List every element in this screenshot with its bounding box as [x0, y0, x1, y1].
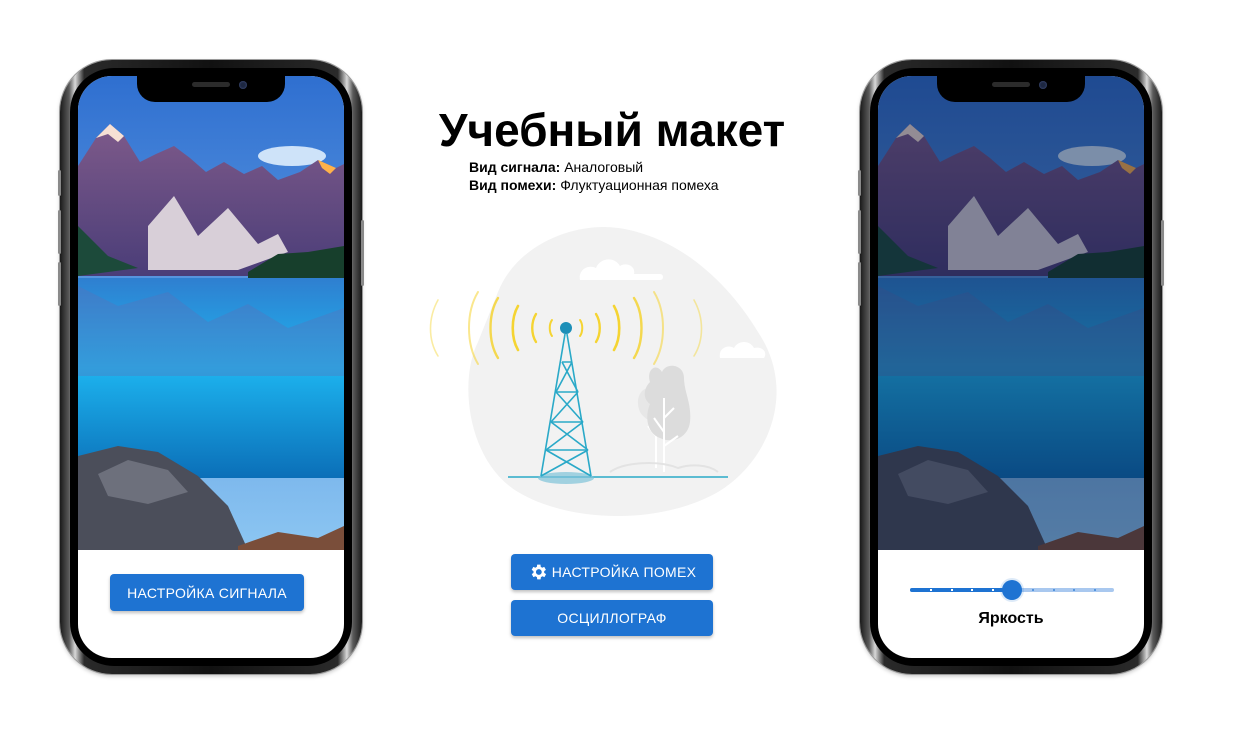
slider-track [910, 588, 1012, 592]
phone-side-button [858, 170, 861, 196]
slider-step-mark [951, 589, 953, 591]
phone-notch [937, 76, 1085, 102]
phone-side-button [858, 262, 861, 306]
noise-type-value: Флуктуационная помеха [560, 177, 719, 193]
slider-thumb[interactable] [1002, 580, 1022, 600]
phone-side-button [858, 210, 861, 254]
radio-tower-illustration [428, 222, 792, 526]
phone-side-button [58, 210, 61, 254]
left-phone: НАСТРОЙКА СИГНАЛА [58, 60, 364, 674]
brightness-slider[interactable] [910, 578, 1114, 602]
slider-step-mark [971, 589, 973, 591]
phone-notch [137, 76, 285, 102]
speaker-grille [192, 82, 230, 87]
phone-side-button [361, 220, 364, 286]
phone-side-button [1161, 220, 1164, 286]
front-camera-icon [239, 81, 247, 89]
noise-type-row: Вид помехи: Флуктуационная помеха [469, 176, 719, 194]
oscillograph-button[interactable]: ОСЦИЛЛОГРАФ [511, 600, 713, 636]
slider-step-mark [1073, 589, 1075, 591]
tree-icon [644, 365, 691, 441]
noise-type-label: Вид помехи: [469, 177, 557, 193]
page-title: Учебный макет [438, 104, 786, 156]
slider-step-mark [930, 589, 932, 591]
slider-step-mark [992, 589, 994, 591]
signal-type-value: Аналоговый [564, 159, 644, 175]
signal-settings-button[interactable]: НАСТРОЙКА СИГНАЛА [110, 574, 304, 611]
lake-wallpaper-image [78, 76, 344, 550]
slider-step-mark [1094, 589, 1096, 591]
slider-step-mark [1053, 589, 1055, 591]
signal-info: Вид сигнала: Аналоговый Вид помехи: Флук… [469, 158, 719, 194]
brightness-dim-overlay [878, 76, 1144, 550]
antenna-icon [560, 322, 572, 334]
left-phone-screen: НАСТРОЙКА СИГНАЛА [78, 76, 344, 658]
gear-icon [531, 564, 546, 580]
right-phone-screen: Яркость [878, 76, 1144, 658]
signal-type-label: Вид сигнала: [469, 159, 561, 175]
phone-side-button [58, 262, 61, 306]
noise-settings-label: НАСТРОЙКА ПОМЕХ [551, 564, 697, 580]
right-phone: Яркость [858, 60, 1164, 674]
brightness-label: Яркость [978, 610, 1044, 627]
signal-type-row: Вид сигнала: Аналоговый [469, 158, 719, 176]
speaker-grille [992, 82, 1030, 87]
noise-settings-button[interactable]: НАСТРОЙКА ПОМЕХ [511, 554, 713, 590]
front-camera-icon [1039, 81, 1047, 89]
phone-side-button [58, 170, 61, 196]
slider-step-mark [1032, 589, 1034, 591]
